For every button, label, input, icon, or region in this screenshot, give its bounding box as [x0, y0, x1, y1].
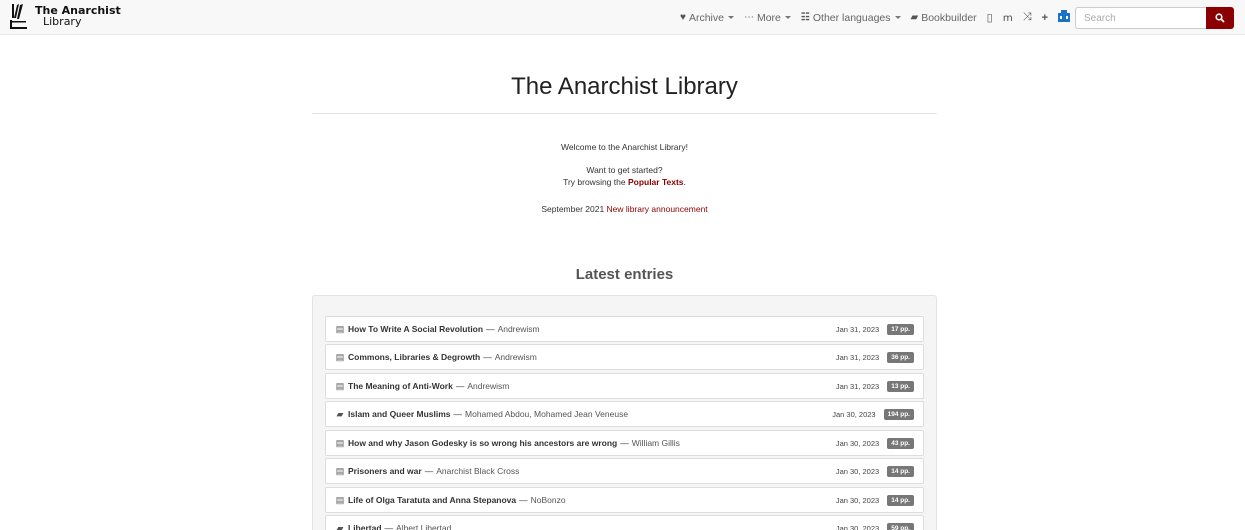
nav-other-languages-label: Other languages — [812, 11, 891, 24]
entry-date: Jan 30, 2023 — [835, 523, 880, 530]
entry-author: William Gillis — [631, 438, 680, 448]
latest-entries-heading: Latest entries — [575, 266, 674, 283]
entry-row[interactable]: ▰ Islam and Queer Muslims — Mohamed Abdou, … — [325, 401, 924, 427]
announcement-date: September 2021 — [541, 204, 607, 214]
entry-author: Anarchist Black Cross — [436, 466, 520, 476]
popular-texts-link[interactable]: Popular Texts — [628, 177, 684, 187]
heart-icon: ♥ — [680, 12, 686, 23]
entry-row[interactable]: ▰ Libertad — Albert Libertad Jan 30, 2023 59 … — [325, 515, 924, 530]
caret-down-icon — [727, 16, 734, 19]
entry-date: Jan 30, 2023 — [835, 438, 880, 448]
nav-archive-label: Archive — [688, 11, 724, 24]
entry-row[interactable]: ▤ The Meaning of Anti-Work — Andrewism Jan 3… — [325, 373, 924, 399]
title-divider — [312, 113, 937, 114]
entry-pages-badge: 194 pp. — [883, 408, 914, 420]
entry-date: Jan 31, 2023 — [835, 324, 880, 334]
book-icon: ▰ — [336, 408, 344, 419]
entry-date: Jan 30, 2023 — [835, 495, 880, 505]
popular-suffix: . — [683, 177, 686, 187]
rss-icon[interactable]: ՠ — [1003, 10, 1013, 25]
started-question: Want to get started? — [586, 165, 663, 175]
top-navbar: The Anarchist Library ♥ Archive ⋯ More ☷… — [0, 0, 1245, 35]
entry-dash: — — [483, 352, 492, 362]
entry-date: Jan 31, 2023 — [835, 381, 880, 391]
announcement-link[interactable]: New library announcement — [607, 204, 708, 214]
entry-dash: — — [384, 523, 394, 530]
nav-more-dropdown[interactable]: ⋯ More — [744, 12, 791, 24]
document-icon: ▤ — [335, 323, 345, 334]
book-icon: ▰ — [910, 12, 919, 23]
nav-bookbuilder-label: Bookbuilder — [921, 11, 977, 24]
entry-dash: — — [620, 438, 629, 448]
plus-icon[interactable]: + — [1042, 12, 1048, 24]
entry-author: Andrewism — [494, 352, 537, 362]
entry-pages-badge: 59 pp. — [887, 522, 914, 530]
brand-text: The Anarchist Library — [35, 2, 121, 27]
entry-pages-badge: 14 pp. — [887, 494, 914, 506]
nav-menu: ♥ Archive ⋯ More ☷ Other languages ▰ Boo… — [680, 0, 1080, 35]
page-title: The Anarchist Library — [511, 73, 738, 100]
entry-author: Andrewism — [497, 324, 540, 334]
latest-entries-list: ▤ How To Write A Social Revolution — Andrew… — [312, 295, 937, 530]
ellipsis-icon: ⋯ — [743, 12, 754, 23]
entry-title-link[interactable]: Commons, Libraries & Degrowth — [348, 352, 480, 362]
document-icon: ▤ — [335, 351, 345, 362]
entry-dash: — — [424, 466, 434, 476]
brand-link[interactable]: The Anarchist Library — [9, 2, 121, 32]
entry-row[interactable]: ▤ Prisoners and war — Anarchist Black Cross… — [325, 458, 924, 484]
entry-date: Jan 31, 2023 — [835, 352, 880, 362]
tablet-icon[interactable]: ▯ — [987, 11, 993, 24]
caret-down-icon — [894, 16, 901, 19]
entry-row[interactable]: ▤ Life of Olga Taratuta and Anna Stepanov… — [325, 487, 924, 513]
entry-dash: — — [453, 409, 463, 419]
search-button[interactable] — [1206, 7, 1234, 29]
entry-title-link[interactable]: How and why Jason Godesky is so wrong hi… — [348, 438, 617, 448]
document-icon: ▤ — [335, 437, 345, 448]
entry-row[interactable]: ▤ Commons, Libraries & Degrowth — Andrewism… — [325, 344, 924, 370]
caret-down-icon — [784, 16, 791, 19]
entry-row[interactable]: ▤ How To Write A Social Revolution — Andrew… — [325, 316, 924, 342]
entry-dash: — — [486, 324, 495, 334]
entry-pages-badge: 36 pp. — [887, 351, 914, 363]
library-logo-icon — [9, 2, 31, 30]
entry-title-link[interactable]: Islam and Queer Muslims — [348, 409, 451, 419]
entry-pages-badge: 17 pp. — [887, 323, 914, 335]
brand-line-2: Library — [43, 15, 82, 28]
entry-dash: — — [455, 381, 465, 391]
entry-author: Mohamed Abdou, Mohamed Jean Veneuse — [465, 409, 629, 419]
nav-other-languages-dropdown[interactable]: ☷ Other languages — [801, 12, 901, 24]
popular-texts-prompt: Try browsing the Popular Texts. — [312, 177, 937, 188]
entry-title-link[interactable]: Life of Olga Taratuta and Anna Stepanova — [348, 495, 516, 505]
entry-date: Jan 30, 2023 — [835, 466, 880, 476]
entry-row[interactable]: ▤ How and why Jason Godesky is so wrong h… — [325, 430, 924, 456]
popular-prefix: Try browsing the — [563, 177, 628, 187]
document-icon: ▤ — [335, 380, 345, 391]
random-icon[interactable]: ⤨ — [1023, 11, 1032, 24]
document-icon: ▤ — [335, 465, 345, 476]
entry-title-link[interactable]: The Meaning of Anti-Work — [348, 381, 453, 391]
entry-title-link[interactable]: Libertad — [348, 523, 382, 530]
document-icon: ▤ — [335, 494, 345, 505]
library-building-icon[interactable] — [1058, 10, 1071, 25]
nav-archive-dropdown[interactable]: ♥ Archive — [680, 12, 734, 24]
entry-pages-badge: 43 pp. — [887, 437, 914, 449]
entry-author: Andrewism — [467, 381, 510, 391]
book-icon: ▰ — [336, 522, 344, 530]
entry-dash: — — [519, 495, 528, 505]
welcome-text: Welcome to the Anarchist Library! — [561, 142, 688, 152]
search-input[interactable] — [1075, 7, 1207, 29]
entry-author: NoBonzo — [530, 495, 566, 505]
entry-pages-badge: 14 pp. — [887, 465, 914, 477]
entry-date: Jan 30, 2023 — [832, 409, 876, 419]
entry-pages-badge: 13 pp. — [887, 380, 914, 392]
grid-icon: ☷ — [800, 12, 810, 23]
nav-bookbuilder-link[interactable]: ▰ Bookbuilder — [911, 12, 977, 24]
entry-title-link[interactable]: How To Write A Social Revolution — [348, 324, 483, 334]
announcement: September 2021 New library announcement — [312, 204, 937, 215]
entry-title-link[interactable]: Prisoners and war — [348, 466, 422, 476]
entry-author: Albert Libertad — [396, 523, 452, 530]
nav-more-label: More — [756, 11, 781, 24]
search-icon — [1215, 13, 1225, 23]
